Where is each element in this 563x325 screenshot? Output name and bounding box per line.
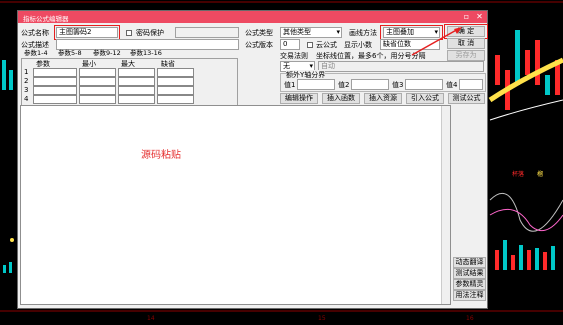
param-4-default[interactable] [157,95,194,104]
formula-editor-dialog: 指标公式编辑器 ▫ ✕ 公式名称 主图籌码2 密码保护 公式类型 其他类型 ▾ … [17,10,488,309]
coord-label: 坐标线位置，最多6个，用分号分隔 [316,52,426,60]
display-decimals-select[interactable]: 缺省位数 [380,39,440,50]
save-as-button[interactable]: 另存为 [447,50,485,61]
value4-label: 值4 [446,81,458,89]
param-1-min[interactable] [79,68,116,77]
value3-label: 值3 [392,81,404,89]
version-input[interactable]: 0 [280,39,300,50]
param-2-default[interactable] [157,77,194,86]
param-row-3: 3 [24,86,29,94]
value2-label: 值2 [338,81,350,89]
param-4-name[interactable] [33,95,77,104]
tab-params-1-4[interactable]: 参数1-4 [24,49,48,58]
trade-rule-label: 交易法则 [280,52,308,60]
import-formula-button[interactable]: 引入公式 [406,93,444,104]
value3-input[interactable] [405,79,443,90]
restore-icon[interactable]: ▫ [462,12,471,21]
params-panel: 参数 最小 最大 缺省 1 2 3 4 [21,58,238,108]
param-2-max[interactable] [118,77,155,86]
tab-params-13-16[interactable]: 参数13-16 [130,49,162,58]
draw-method-label: 画线方法 [349,29,377,37]
password-checkbox[interactable] [126,30,132,36]
dynamic-translate-button[interactable]: 动态翻译 [453,257,486,268]
editor-scrollbar[interactable] [441,106,450,304]
value1-label: 值1 [284,81,296,89]
insert-resource-button[interactable]: 插入资源 [364,93,402,104]
param-3-max[interactable] [118,86,155,95]
chart-label-1: 杯落 [512,170,524,178]
dialog-title-bar: 指标公式编辑器 ▫ ✕ [18,11,487,23]
axis-label-14: 14 [147,315,155,322]
tab-params-9-12[interactable]: 参数9-12 [93,49,121,58]
dialog-title: 指标公式编辑器 [23,15,69,23]
param-4-min[interactable] [79,95,116,104]
formula-name-label: 公式名称 [21,29,49,37]
param-3-name[interactable] [33,86,77,95]
param-2-min[interactable] [79,77,116,86]
formula-type-select[interactable]: 其他类型 ▾ [280,27,342,38]
cloud-checkbox[interactable] [307,42,313,48]
param-4-max[interactable] [118,95,155,104]
param-1-max[interactable] [118,68,155,77]
password-input[interactable] [175,27,239,38]
chevron-down-icon: ▾ [336,28,340,36]
tab-params-5-8[interactable]: 参数5-8 [58,49,82,58]
usage-notes-button[interactable]: 用法注释 [453,290,486,301]
highlight-formula-name [54,25,120,40]
param-3-min[interactable] [79,86,116,95]
formula-type-value: 其他类型 [283,28,311,36]
insert-function-button[interactable]: 插入函数 [322,93,360,104]
editor-paste-hint: 源码粘贴 [141,150,181,161]
chart-label-2: 榴 [537,170,543,178]
value1-input[interactable] [297,79,335,90]
param-row-4: 4 [24,95,29,103]
param-row-2: 2 [24,77,29,85]
param-3-default[interactable] [157,86,194,95]
cloud-label: 云公式 [316,41,337,49]
cancel-button[interactable]: 取 消 [447,38,485,49]
edit-ops-button[interactable]: 编辑操作 [280,93,318,104]
axis-label-15: 15 [318,315,326,322]
axis-label-16: 16 [466,315,474,322]
code-editor[interactable]: 源码粘贴 [20,105,451,305]
value2-input[interactable] [351,79,389,90]
password-label: 密码保护 [136,29,164,37]
formula-type-label: 公式类型 [245,29,273,37]
highlight-draw-method [380,25,443,40]
highlight-ok-button [444,24,488,39]
trade-rule-value: 无 [283,62,290,70]
param-wizard-button[interactable]: 参数精灵 [453,279,486,290]
param-1-name[interactable] [33,68,77,77]
display-decimals-label: 显示小数 [344,41,372,49]
param-2-name[interactable] [33,77,77,86]
version-label: 公式版本 [245,41,273,49]
close-icon[interactable]: ✕ [475,12,484,21]
param-1-default[interactable] [157,68,194,77]
value4-input[interactable] [459,79,483,90]
test-result-button[interactable]: 测试结果 [453,268,486,279]
test-formula-button[interactable]: 测试公式 [448,93,485,104]
coord-input[interactable]: 自动 [318,61,484,72]
param-row-1: 1 [24,68,29,76]
